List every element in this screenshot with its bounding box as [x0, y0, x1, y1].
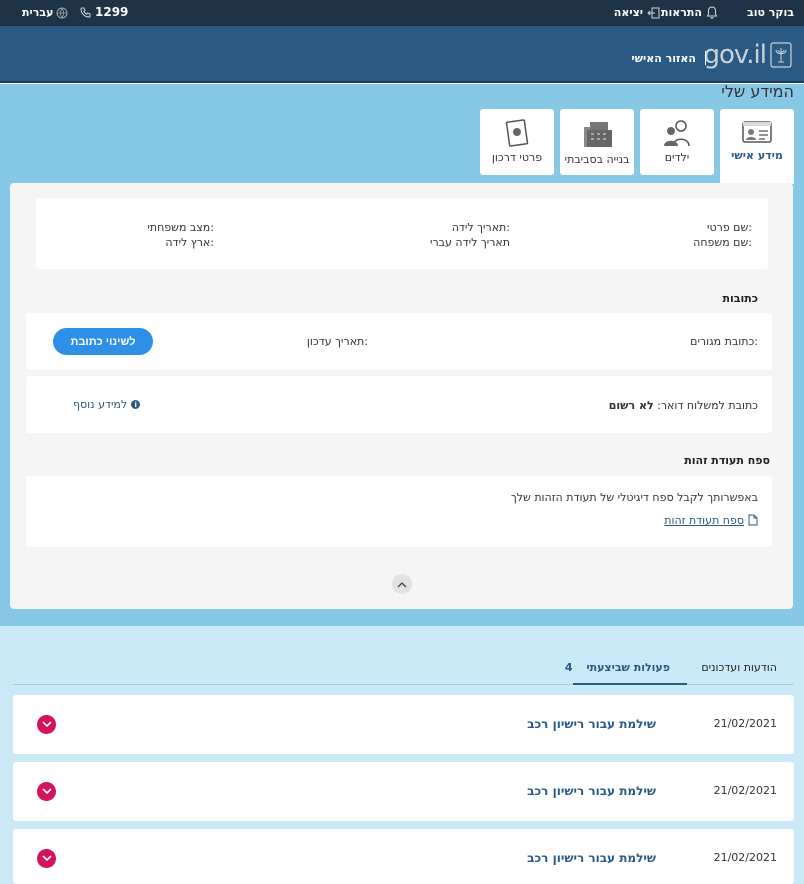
marital-status-label: מצב משפחתי: — [147, 221, 214, 234]
chevron-down-icon — [41, 788, 52, 795]
info-icon: i — [131, 400, 141, 409]
tab-my-actions-label: פעולות שביצעתי — [586, 661, 670, 674]
expand-button[interactable] — [37, 849, 56, 868]
phone-number: 1299 — [95, 5, 129, 19]
expand-button[interactable] — [37, 782, 56, 801]
bell-icon — [706, 6, 718, 19]
tab-children-label: ילדים — [664, 151, 690, 164]
birth-country-label: ארץ לידה: — [165, 236, 214, 249]
tab-personal-info-label: מידע אישי — [731, 149, 783, 162]
language-label: עברית — [22, 6, 54, 19]
tab-building-label: בנייה בסביבתי — [564, 153, 630, 166]
notifications-label: התראות — [661, 6, 702, 19]
mail-address-value: לא רשום — [608, 399, 654, 412]
mail-address-row: כתובת למשלוח דואר: לא רשום — [609, 399, 758, 412]
logo-text: gov.il — [703, 40, 767, 70]
action-row[interactable]: 21/02/2021 שילמת עבור רישיון רכב — [13, 829, 794, 884]
document-icon — [748, 514, 758, 526]
logout-icon — [647, 7, 660, 18]
id-appendix-description: באפשרותך לקבל ספח דיגיטלי של תעודת הזהות… — [510, 491, 758, 504]
passport-icon — [505, 119, 529, 147]
personal-details-card — [36, 198, 768, 269]
tab-children[interactable]: ילדים — [640, 109, 714, 175]
building-icon — [584, 122, 612, 147]
id-appendix-link[interactable]: ספח תעודת זהות — [664, 514, 744, 527]
tab-passport-label: פרטי דרכון — [491, 151, 543, 164]
notifications-button[interactable]: התראות — [661, 6, 718, 19]
tab-personal-info[interactable]: מידע אישי — [720, 109, 794, 184]
menorah-emblem-icon — [770, 42, 792, 68]
active-tab-indicator — [573, 683, 687, 685]
action-title: שילמת עבור רישיון רכב — [527, 717, 656, 731]
more-info-label: למידע נוסף — [73, 398, 128, 411]
tab-updates[interactable]: הודעות ועדכונים — [701, 661, 777, 674]
actions-count: 4 — [564, 661, 573, 674]
more-info-link[interactable]: למידע נוסף i — [73, 398, 141, 411]
phone-icon — [80, 7, 91, 18]
tab-building[interactable]: בנייה בסביבתי — [560, 109, 634, 175]
last-name-label: שם משפחה: — [693, 236, 752, 249]
addresses-title: כתובות — [722, 292, 758, 305]
logout-label: יציאה — [613, 6, 643, 19]
logout-button[interactable]: יציאה — [614, 6, 660, 19]
action-date: 21/02/2021 — [713, 717, 777, 730]
tab-my-actions[interactable]: פעולות שביצעתי 4 — [565, 661, 670, 674]
chevron-up-icon — [397, 581, 407, 587]
chevron-down-icon — [41, 721, 52, 728]
greeting: בוקר טוב — [747, 6, 794, 19]
id-appendix-card — [26, 476, 772, 547]
action-row[interactable]: 21/02/2021 שילמת עבור רישיון רכב — [13, 695, 794, 754]
chevron-down-icon — [41, 855, 52, 862]
id-appendix-title: ספח תעודת זהות — [684, 454, 770, 467]
action-date: 21/02/2021 — [713, 784, 777, 797]
top-bar: בוקר טוב התראות יציאה 1299 עברית — [0, 0, 804, 26]
update-date-label: תאריך עדכון: — [306, 335, 368, 348]
globe-icon — [56, 7, 68, 18]
header-separator — [705, 51, 706, 65]
change-address-button[interactable]: לשינוי כתובת — [53, 328, 153, 355]
first-name-label: שם פרטי: — [707, 221, 752, 234]
children-icon — [664, 120, 690, 147]
action-row[interactable]: 21/02/2021 שילמת עבור רישיון רכב — [13, 762, 794, 821]
tab-passport[interactable]: פרטי דרכון — [480, 109, 554, 175]
hebrew-birth-date-label: תאריך לידה עברי — [430, 236, 510, 249]
mail-address-label: כתובת למשלוח דואר: — [657, 399, 758, 412]
id-card-icon — [742, 121, 772, 143]
action-title: שילמת עבור רישיון רכב — [527, 851, 656, 865]
action-title: שילמת עבור רישיון רכב — [527, 784, 656, 798]
page-title: המידע שלי — [721, 82, 794, 101]
personal-area-link[interactable]: האזור האישי — [631, 52, 696, 65]
language-selector[interactable]: עברית — [22, 6, 68, 19]
site-header: gov.il האזור האישי — [0, 26, 804, 83]
expand-button[interactable] — [37, 715, 56, 734]
residence-address-label: כתובת מגורים: — [690, 335, 758, 348]
action-date: 21/02/2021 — [713, 851, 777, 864]
gov-il-logo[interactable]: gov.il — [704, 40, 793, 70]
phone-link[interactable]: 1299 — [80, 5, 128, 19]
birth-date-label: תאריך לידה: — [451, 221, 510, 234]
collapse-button[interactable] — [392, 574, 412, 594]
